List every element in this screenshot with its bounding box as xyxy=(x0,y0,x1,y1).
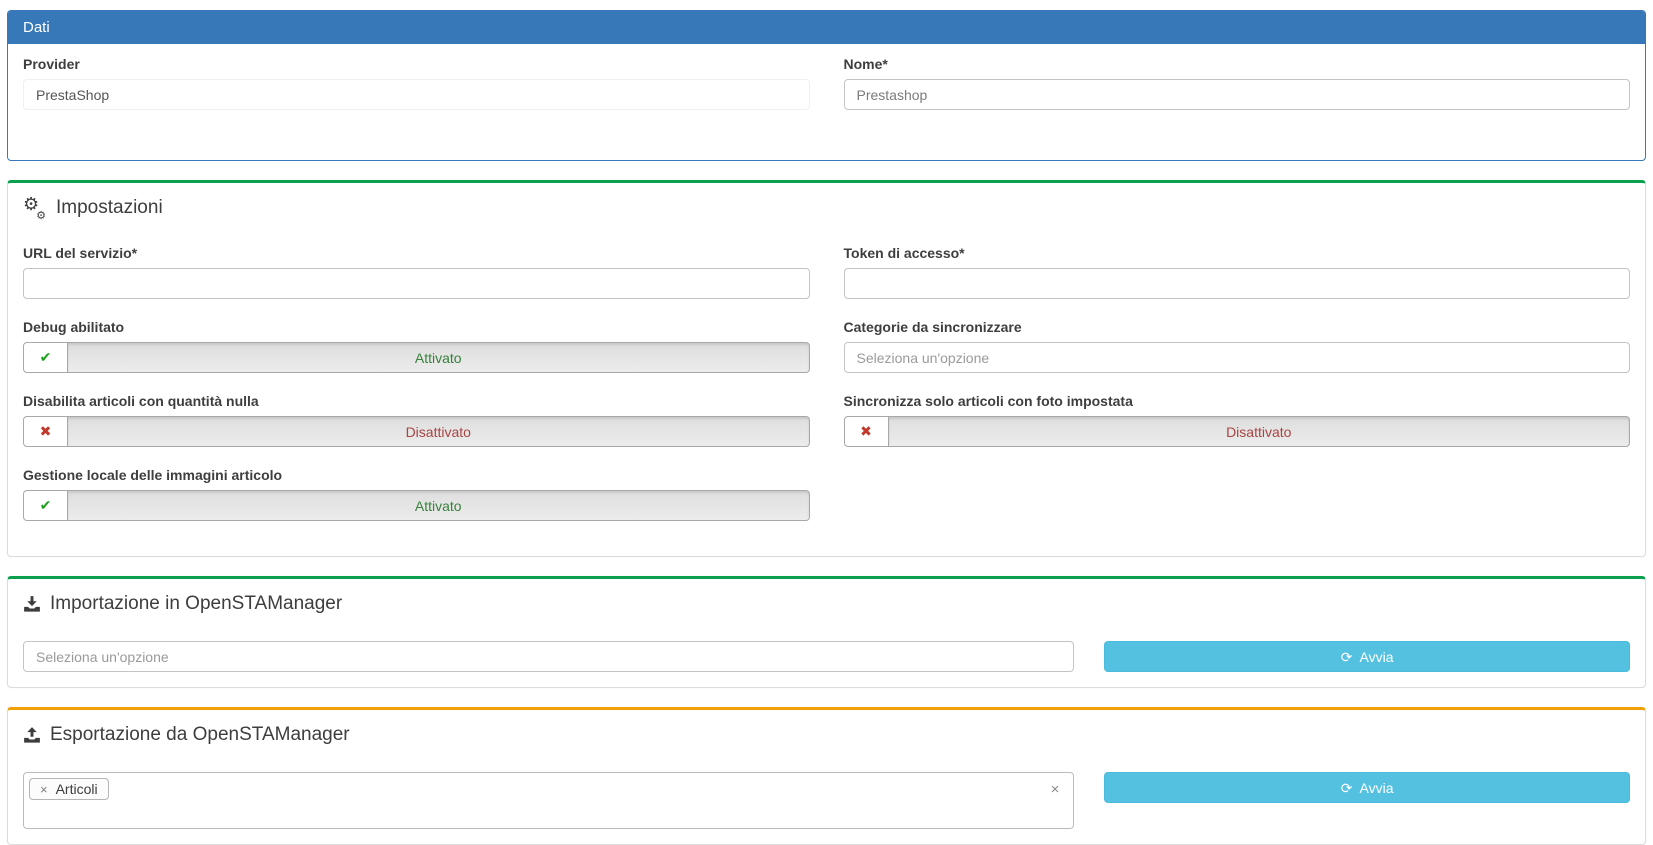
esportazione-avvia-label: Avvia xyxy=(1360,780,1394,796)
dati-card-header: Dati xyxy=(8,11,1645,44)
immagini-field-group: Gestione locale delle immagini articolo … xyxy=(23,467,810,521)
token-label: Token di accesso* xyxy=(844,245,1631,261)
refresh-icon: ⟳ xyxy=(1341,650,1353,664)
impostazioni-title: Impostazioni xyxy=(56,197,163,219)
impostazioni-card: ⚙ ⚙ Impostazioni URL del servizio* Token… xyxy=(7,180,1646,557)
importazione-card: Importazione in OpenSTAManager ⟳ Avvia xyxy=(7,576,1646,688)
check-icon: ✔ xyxy=(23,490,68,521)
provider-field-group: Provider xyxy=(23,56,810,110)
debug-field-group: Debug abilitato ✔ Attivato xyxy=(23,319,810,373)
url-input[interactable] xyxy=(23,268,810,299)
gears-icon: ⚙ ⚙ xyxy=(23,198,47,218)
foto-toggle[interactable]: ✖ Disattivato xyxy=(844,416,1631,447)
importazione-title: Importazione in OpenSTAManager xyxy=(50,593,342,615)
nome-input[interactable] xyxy=(844,79,1631,110)
importazione-title-row: Importazione in OpenSTAManager xyxy=(23,593,1630,615)
foto-label: Sincronizza solo articoli con foto impos… xyxy=(844,393,1631,409)
provider-label: Provider xyxy=(23,56,810,72)
importazione-select[interactable] xyxy=(23,641,1074,672)
esportazione-card: Esportazione da OpenSTAManager × Articol… xyxy=(7,707,1646,845)
provider-input[interactable] xyxy=(23,79,810,110)
disabilita-field-group: Disabilita articoli con quantità nulla ✖… xyxy=(23,393,810,447)
esportazione-avvia-button[interactable]: ⟳ Avvia xyxy=(1104,772,1630,803)
debug-toggle-state: Attivato xyxy=(68,342,810,373)
selected-tag: × Articoli xyxy=(29,778,109,800)
categorie-field-group: Categorie da sincronizzare xyxy=(844,319,1631,393)
tag-remove-icon[interactable]: × xyxy=(40,782,48,797)
dati-card: Dati Provider Nome* xyxy=(7,10,1646,161)
impostazioni-title-row: ⚙ ⚙ Impostazioni xyxy=(23,197,1630,219)
importazione-avvia-label: Avvia xyxy=(1360,649,1394,665)
categorie-select[interactable] xyxy=(844,342,1631,373)
download-icon xyxy=(23,595,41,613)
nome-field-group: Nome* xyxy=(844,56,1631,130)
disabilita-toggle[interactable]: ✖ Disattivato xyxy=(23,416,810,447)
esportazione-title-row: Esportazione da OpenSTAManager xyxy=(23,724,1630,746)
esportazione-multiselect[interactable]: × Articoli × xyxy=(23,772,1074,829)
debug-label: Debug abilitato xyxy=(23,319,810,335)
esportazione-title: Esportazione da OpenSTAManager xyxy=(50,724,350,746)
page: Dati Provider Nome* ⚙ ⚙ I xyxy=(0,0,1653,845)
check-icon: ✔ xyxy=(23,342,68,373)
upload-icon xyxy=(23,726,41,744)
importazione-avvia-button[interactable]: ⟳ Avvia xyxy=(1104,641,1630,672)
disabilita-label: Disabilita articoli con quantità nulla xyxy=(23,393,810,409)
foto-field-group: Sincronizza solo articoli con foto impos… xyxy=(844,393,1631,467)
dati-card-title: Dati xyxy=(23,19,50,36)
immagini-toggle[interactable]: ✔ Attivato xyxy=(23,490,810,521)
foto-toggle-state: Disattivato xyxy=(889,416,1631,447)
cross-icon: ✖ xyxy=(23,416,68,447)
refresh-icon: ⟳ xyxy=(1341,781,1353,795)
token-field-group: Token di accesso* xyxy=(844,245,1631,319)
url-field-group: URL del servizio* xyxy=(23,245,810,299)
url-label: URL del servizio* xyxy=(23,245,810,261)
clear-selection-icon[interactable]: × xyxy=(1051,782,1060,797)
token-input[interactable] xyxy=(844,268,1631,299)
immagini-label: Gestione locale delle immagini articolo xyxy=(23,467,810,483)
debug-toggle[interactable]: ✔ Attivato xyxy=(23,342,810,373)
disabilita-toggle-state: Disattivato xyxy=(68,416,810,447)
selected-tag-label: Articoli xyxy=(56,781,98,797)
nome-label: Nome* xyxy=(844,56,1631,72)
immagini-toggle-state: Attivato xyxy=(68,490,810,521)
categorie-label: Categorie da sincronizzare xyxy=(844,319,1631,335)
cross-icon: ✖ xyxy=(844,416,889,447)
